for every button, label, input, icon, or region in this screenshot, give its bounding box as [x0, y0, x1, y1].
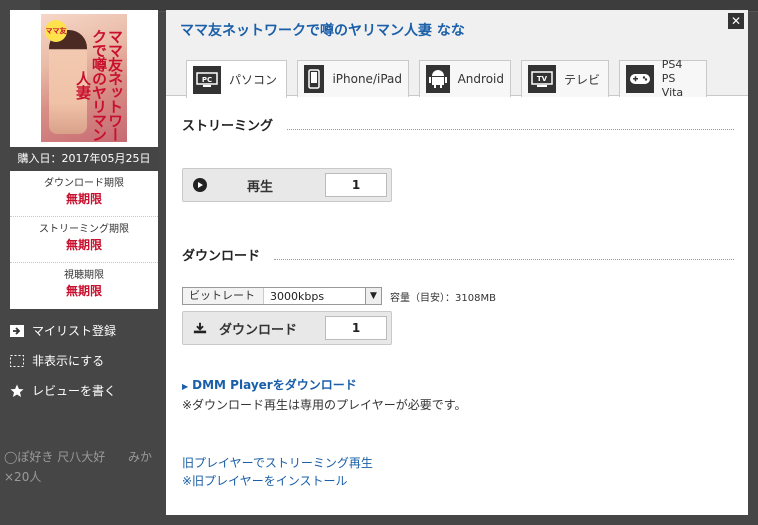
tab-label: パソコン: [229, 73, 278, 87]
old-player-install-link[interactable]: ※旧プレイヤーをインストール: [182, 472, 347, 489]
review-label: レビューを書く: [32, 384, 117, 398]
pc-icon: PC: [193, 65, 221, 94]
limit-label: ストリーミング期限: [39, 224, 129, 235]
play-label: 再生: [247, 179, 274, 195]
hide-button[interactable]: 非表示にする: [10, 346, 160, 376]
left-actions: マイリスト登録 非表示にする レビューを書く: [10, 316, 160, 406]
bitrate-label: ビットレート: [183, 288, 264, 304]
hide-icon: [10, 355, 32, 367]
player-note: ※ダウンロード再生は専用のプレイヤーが必要です。: [182, 398, 467, 412]
download-icon: [193, 321, 207, 335]
cover-badge: ママ友: [45, 20, 67, 42]
limit-label: 視聴期限: [64, 270, 104, 281]
download-section: ダウンロード: [182, 244, 734, 264]
tab-ps4-psvita[interactable]: PS4 PS Vita: [619, 58, 707, 100]
download-heading: ダウンロード: [182, 244, 734, 264]
limit-value: 無期限: [65, 238, 102, 252]
tab-label-line2: PS Vita: [661, 72, 684, 99]
tab-label: iPhone/iPad: [332, 72, 402, 86]
product-panel: ママ友 ママ友ネットワークで噂のヤリマン人妻 購入日：2017年05月25日 ダ…: [10, 10, 158, 309]
chevron-down-icon: ▼: [365, 288, 381, 304]
divider: [274, 248, 734, 260]
limit-viewing: 視聴期限 無期限: [10, 263, 158, 309]
close-icon: ✕: [730, 14, 742, 28]
modal-title: ママ友ネットワークで噂のヤリマン人妻 なな: [180, 23, 465, 39]
play-button[interactable]: 再生 1: [182, 168, 392, 202]
close-button[interactable]: ✕: [728, 13, 744, 29]
streaming-heading-text: ストリーミング: [182, 118, 274, 134]
tab-label: Android: [457, 72, 504, 86]
cover-title: ママ友ネットワークで噂のヤリマン人妻: [74, 29, 124, 141]
download-label: ダウンロード: [219, 322, 298, 338]
bitrate-select[interactable]: ビットレート 3000kbps ▼: [182, 287, 382, 305]
limits-list: ダウンロード期限 無期限 ストリーミング期限 無期限 視聴期限 無期限: [10, 171, 158, 309]
svg-text:TV: TV: [537, 75, 548, 83]
svg-text:PC: PC: [202, 76, 212, 84]
capacity-text: 容量（目安）：3108MB: [390, 293, 496, 304]
phone-icon: [304, 65, 325, 93]
tab-label: テレビ: [564, 72, 601, 87]
tab-tv[interactable]: TV テレビ: [521, 60, 609, 97]
triangle-right-icon: ▶: [182, 382, 189, 391]
dmm-player-download-link[interactable]: ▶ DMM Playerをダウンロード: [182, 376, 357, 393]
play-modal: ママ友ネットワークで噂のヤリマン人妻 なな ✕ PC パソコン iPhone/i…: [166, 10, 748, 515]
limit-label: ダウンロード期限: [44, 178, 124, 189]
limit-value: 無期限: [65, 192, 102, 206]
play-icon: [193, 178, 207, 192]
streaming-heading: ストリーミング: [182, 114, 734, 134]
star-icon: [10, 384, 32, 398]
player-link-text: DMM Playerをダウンロード: [192, 378, 357, 392]
old-player-streaming-link[interactable]: 旧プレイヤーでストリーミング再生: [182, 454, 373, 471]
tv-icon: TV: [528, 65, 556, 93]
play-count: 1: [325, 173, 387, 197]
limit-download: ダウンロード期限 無期限: [10, 171, 158, 217]
cover-artwork: ママ友 ママ友ネットワークで噂のヤリマン人妻: [41, 14, 127, 142]
download-button[interactable]: ダウンロード 1: [182, 311, 392, 345]
download-count: 1: [325, 316, 387, 340]
mylist-button[interactable]: マイリスト登録: [10, 316, 160, 346]
hide-label: 非表示にする: [32, 354, 105, 368]
android-icon: [426, 65, 450, 93]
download-heading-text: ダウンロード: [182, 248, 261, 264]
product-cover[interactable]: ママ友 ママ友ネットワークで噂のヤリマン人妻: [10, 10, 158, 147]
divider: [287, 118, 734, 130]
review-button[interactable]: レビューを書く: [10, 376, 160, 406]
tab-iphone-ipad[interactable]: iPhone/iPad: [297, 60, 409, 97]
background-item-text: みか: [128, 450, 153, 464]
mylist-icon: [10, 325, 32, 337]
background-item-text: ×20人: [4, 470, 42, 484]
tab-label: PS4 PS Vita: [662, 58, 700, 100]
tab-label-line1: PS4: [661, 58, 683, 71]
tab-pc[interactable]: PC パソコン: [186, 60, 287, 98]
bitrate-value: 3000kbps: [270, 289, 325, 303]
modal-header: ママ友ネットワークで噂のヤリマン人妻 なな ✕ PC パソコン iPhone/i…: [166, 10, 748, 100]
purchase-date: 購入日：2017年05月25日: [10, 147, 158, 171]
limit-value: 無期限: [65, 284, 102, 298]
mylist-label: マイリスト登録: [32, 324, 117, 338]
streaming-section: ストリーミング: [182, 114, 734, 134]
tab-android[interactable]: Android: [419, 60, 511, 97]
gamepad-icon: [626, 65, 654, 93]
background-item-text: ◯ぽ好き 尺八大好: [4, 450, 106, 464]
device-tabs: PC パソコン iPhone/iPad Android TV テレビ PS4 P…: [186, 58, 717, 100]
limit-streaming: ストリーミング期限 無期限: [10, 217, 158, 263]
